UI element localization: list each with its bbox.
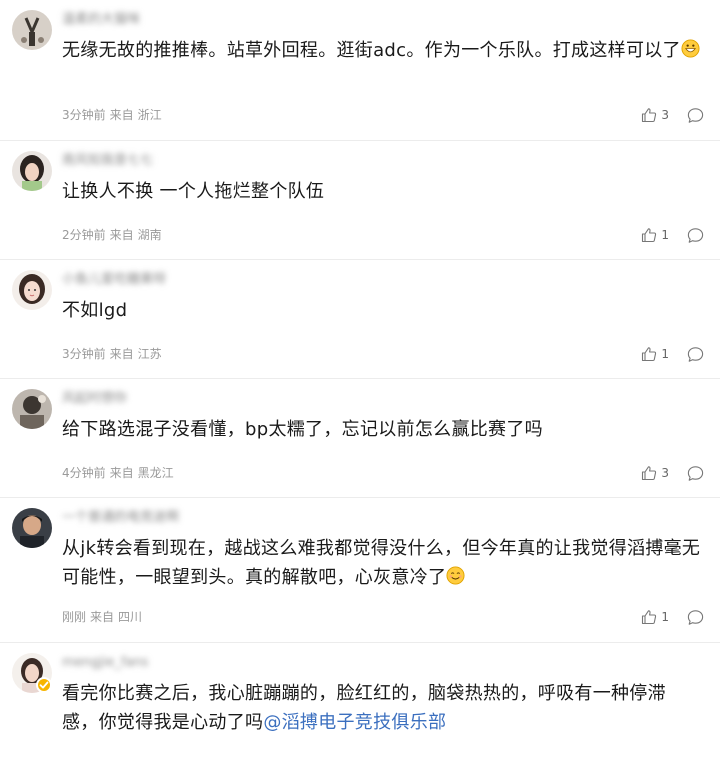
like-count: 3 (661, 466, 669, 480)
comment-actions: 1 (641, 608, 704, 626)
comment-meta: 2分钟前 来自 湖南 (62, 227, 166, 243)
comment-text: 无缘无故的推推棒。站草外回程。逛街adc。作为一个乐队。打成这样可以了 (62, 36, 702, 65)
comment-meta: 4分钟前 来自 黑龙江 (62, 465, 178, 481)
comment-item: 一个普通的电竞迷啊 从jk转会看到现在，越战这么难我都觉得没什么，但今年真的让我… (0, 498, 720, 643)
comment-actions: 1 (641, 226, 704, 244)
location: 四川 (118, 610, 143, 624)
thumbs-up-icon (642, 610, 657, 625)
timestamp: 4分钟前 (62, 466, 106, 480)
timestamp: 刚刚 (62, 610, 87, 624)
comment-item: 小鱼儿爱吃糖果呀 不如lgd 3分钟前 来自 江苏 1 (0, 260, 720, 379)
comment-actions: 1 (641, 345, 704, 363)
grin-emoji (681, 39, 700, 58)
like-button[interactable]: 1 (641, 609, 669, 625)
like-count: 1 (661, 610, 669, 624)
comment-meta: 3分钟前 来自 江苏 (62, 346, 166, 362)
like-count: 3 (661, 108, 669, 122)
avatar[interactable] (12, 270, 52, 310)
comment-meta: 刚刚 来自 四川 (62, 609, 146, 625)
comment-item: 南风知我意七七 让换人不换 一个人拖烂整个队伍 2分钟前 来自 湖南 1 (0, 141, 720, 260)
like-button[interactable]: 1 (641, 227, 669, 243)
location: 浙江 (137, 108, 162, 122)
location: 江苏 (137, 347, 162, 361)
like-button[interactable]: 3 (641, 465, 669, 481)
reply-button[interactable] (687, 465, 704, 482)
thumbs-up-icon (642, 108, 657, 123)
comment-actions: 3 (641, 464, 704, 482)
source-label: 来自 (109, 228, 134, 242)
username[interactable]: 一个普通的电竞迷啊 (62, 510, 179, 526)
reply-button[interactable] (687, 227, 704, 244)
comment-bubble-icon (687, 346, 704, 362)
timestamp: 3分钟前 (62, 108, 106, 122)
avatar[interactable] (12, 389, 52, 429)
reply-button[interactable] (687, 609, 704, 626)
reply-button[interactable] (687, 346, 704, 363)
thumbs-up-icon (642, 228, 657, 243)
avatar[interactable] (12, 508, 52, 548)
like-button[interactable]: 3 (641, 107, 669, 123)
verified-badge-icon (36, 677, 52, 693)
source-label: 来自 (109, 466, 134, 480)
source-label: 来自 (109, 108, 134, 122)
smile-emoji (446, 566, 465, 585)
username[interactable]: mengjie_fans (62, 655, 148, 671)
timestamp: 2分钟前 (62, 228, 106, 242)
thumbs-up-icon (642, 466, 657, 481)
comment-actions: 3 (641, 106, 704, 124)
comment-text: 看完你比赛之后，我心脏蹦蹦的，脸红红的，脑袋热热的，呼吸有一种停滞感，你觉得我是… (62, 683, 666, 733)
timestamp: 3分钟前 (62, 347, 106, 361)
like-count: 1 (661, 228, 669, 242)
like-button[interactable]: 1 (641, 346, 669, 362)
thumbs-up-icon (642, 347, 657, 362)
comment-item: 温柔的大猫咪 无缘无故的推推棒。站草外回程。逛街adc。作为一个乐队。打成这样可… (0, 0, 720, 141)
comment-bubble-icon (687, 609, 704, 625)
comment-bubble-icon (687, 107, 704, 123)
source-label: 来自 (109, 347, 134, 361)
comment-meta: 3分钟前 来自 浙江 (62, 107, 166, 123)
comment-bubble-icon (687, 465, 704, 481)
comment-item: mengjie_fans 看完你比赛之后，我心脏蹦蹦的，脸红红的，脑袋热热的，呼… (0, 643, 720, 757)
comment-bubble-icon (687, 227, 704, 243)
location: 湖南 (137, 228, 162, 242)
comment-item: 风起时想你 给下路选混子没看懂，bp太糯了，忘记以前怎么赢比赛了吗 4分钟前 来自… (0, 379, 720, 498)
username[interactable]: 风起时想你 (62, 391, 127, 407)
comment-text: 让换人不换 一个人拖烂整个队伍 (62, 181, 325, 202)
source-label: 来自 (90, 610, 115, 624)
comment-text: 给下路选混子没看懂，bp太糯了，忘记以前怎么赢比赛了吗 (62, 419, 543, 440)
comment-feed: 温柔的大猫咪 无缘无故的推推棒。站草外回程。逛街adc。作为一个乐队。打成这样可… (0, 0, 720, 757)
location: 黑龙江 (137, 466, 174, 480)
comment-text: 不如lgd (62, 300, 128, 321)
like-count: 1 (661, 347, 669, 361)
username[interactable]: 小鱼儿爱吃糖果呀 (62, 272, 166, 288)
mention-link[interactable]: @滔搏电子竞技俱乐部 (263, 712, 446, 733)
reply-button[interactable] (687, 107, 704, 124)
avatar[interactable] (12, 10, 52, 50)
avatar[interactable] (12, 151, 52, 191)
comment-text: 从jk转会看到现在，越战这么难我都觉得没什么，但今年真的让我觉得滔搏毫无可能性，… (62, 538, 701, 588)
username[interactable]: 南风知我意七七 (62, 153, 153, 169)
username[interactable]: 温柔的大猫咪 (62, 12, 140, 28)
